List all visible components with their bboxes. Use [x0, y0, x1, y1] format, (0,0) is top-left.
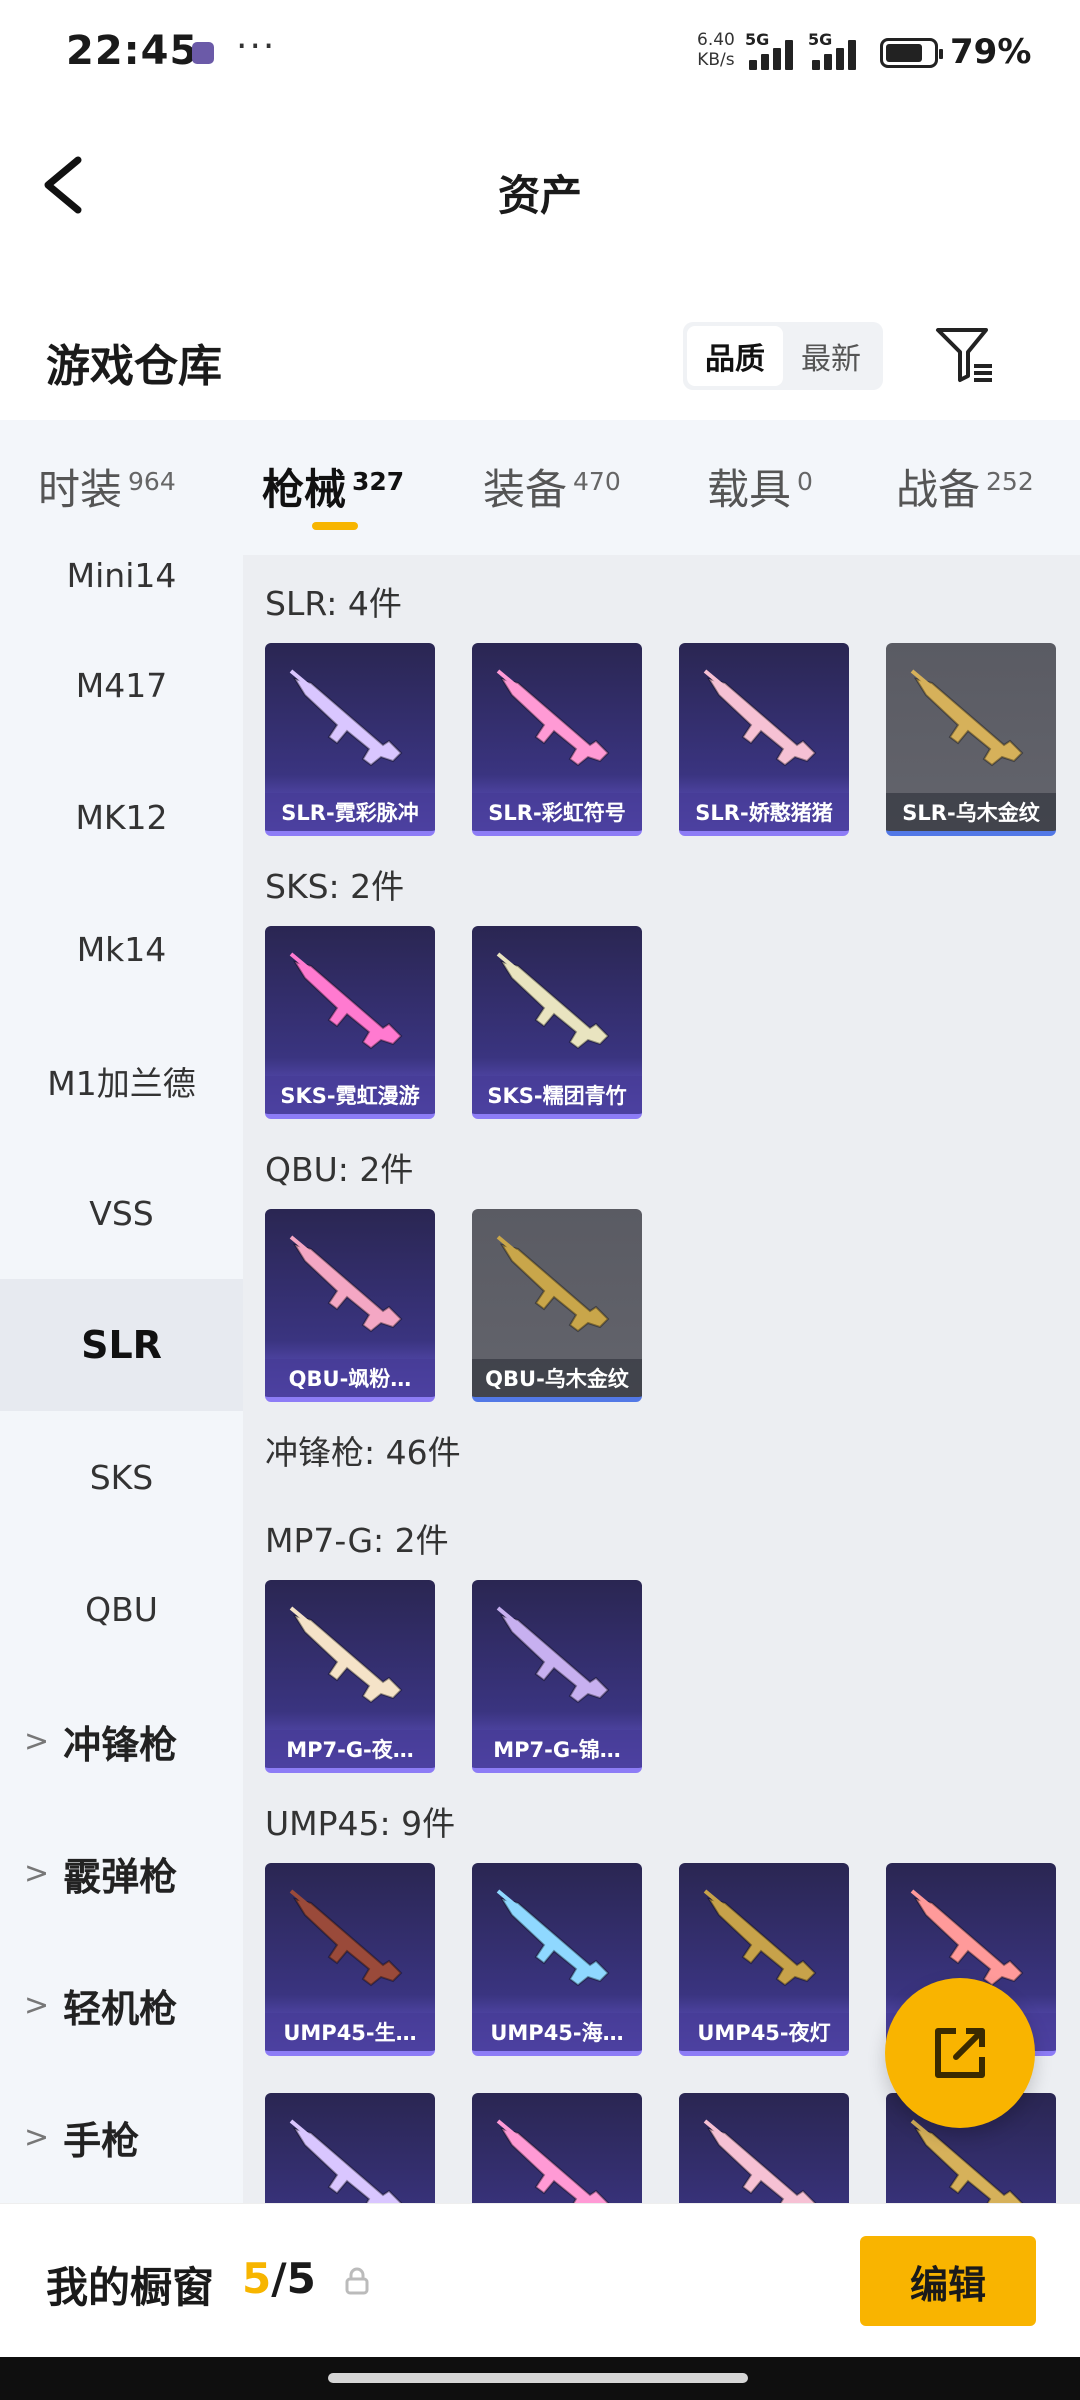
showcase-label: 我的橱窗 — [46, 2263, 215, 2312]
battery-percent: 79% — [950, 32, 1032, 72]
item-card[interactable]: UMP45-海… — [472, 1863, 642, 2056]
signal-icon-sim2: 5G — [808, 30, 880, 74]
lock-icon — [345, 2267, 369, 2295]
weapon-type-sidebar: Mini14 M417 MK12 Mk14 M1加兰德 VSS SLR SKS … — [0, 555, 243, 2203]
item-card[interactable] — [679, 2093, 849, 2203]
chevron-right-icon: > — [24, 1987, 50, 2023]
signal-icon-sim1: 5G — [745, 30, 817, 74]
sidebar-item-qbu[interactable]: QBU — [0, 1543, 243, 1675]
sort-option-quality[interactable]: 品质 — [687, 326, 783, 386]
weapon-thumbnail — [910, 669, 1024, 767]
weapon-thumbnail — [496, 2119, 610, 2203]
item-card[interactable] — [265, 2093, 435, 2203]
section-title-qbu: QBU: 2件 — [265, 1150, 414, 1189]
tab-supplies[interactable]: 战备 252 — [896, 456, 1034, 517]
weapon-thumbnail — [496, 1889, 610, 1987]
weapon-thumbnail — [289, 1235, 403, 1333]
item-card[interactable]: SLR-乌木金纹 — [886, 643, 1056, 836]
weapon-thumbnail — [496, 952, 610, 1050]
external-link-icon — [935, 2028, 985, 2078]
active-tab-indicator — [312, 522, 358, 530]
battery-fill — [886, 44, 922, 62]
item-card[interactable]: UMP45-夜灯 — [679, 1863, 849, 2056]
section-title-slr: SLR: 4件 — [265, 584, 402, 623]
weapon-thumbnail — [289, 669, 403, 767]
network-speed-unit: KB/s — [697, 50, 735, 70]
app-notification-icon — [192, 42, 214, 64]
item-card[interactable]: QBU-乌木金纹 — [472, 1209, 642, 1402]
weapon-thumbnail — [289, 952, 403, 1050]
sidebar-group-pistol[interactable]: > 手枪 — [0, 2071, 243, 2203]
chevron-right-icon: > — [24, 1723, 50, 1759]
edit-button[interactable]: 编辑 — [860, 2236, 1036, 2326]
sidebar-item-vss[interactable]: VSS — [0, 1147, 243, 1279]
warehouse-header: 游戏仓库 品质 最新 — [0, 300, 1080, 420]
weapon-thumbnail — [289, 2119, 403, 2203]
weapon-thumbnail — [496, 1235, 610, 1333]
page-header: 资产 — [0, 110, 1080, 270]
status-bar: 22:45 ··· 6.40 KB/s 5G 5G 79% — [0, 0, 1080, 110]
sidebar-group-shotgun[interactable]: > 霰弹枪 — [0, 1807, 243, 1939]
sidebar-item-mini14[interactable]: Mini14 — [0, 555, 243, 595]
item-grid: SLR: 4件 SLR-霓彩脉冲 SLR-彩虹符号 SLR-娇憨猪猪 SLR-乌… — [243, 555, 1080, 2203]
category-tabs: 时装 964 枪械 327 装备 470 载具 0 战备 252 — [0, 420, 1080, 555]
weapon-thumbnail — [496, 669, 610, 767]
filter-button[interactable] — [932, 322, 998, 388]
battery-icon — [880, 38, 943, 68]
sort-option-newest[interactable]: 最新 — [783, 326, 879, 386]
item-card[interactable]: SLR-霓彩脉冲 — [265, 643, 435, 836]
sidebar-item-m1-garand[interactable]: M1加兰德 — [0, 1015, 243, 1147]
network-speed: 6.40 KB/s — [697, 30, 735, 70]
sidebar-item-mk14[interactable]: Mk14 — [0, 883, 243, 1015]
weapon-thumbnail — [496, 1606, 610, 1704]
item-card[interactable] — [472, 2093, 642, 2203]
page-title: 资产 — [497, 171, 582, 220]
item-card[interactable]: MP7-G-夜… — [265, 1580, 435, 1773]
item-card[interactable]: QBU-飒粉… — [265, 1209, 435, 1402]
more-notifications-icon: ··· — [236, 26, 277, 67]
weapon-thumbnail — [289, 1889, 403, 1987]
chevron-right-icon: > — [24, 1855, 50, 1891]
home-gesture-handle[interactable] — [328, 2373, 748, 2383]
item-card[interactable]: SLR-娇憨猪猪 — [679, 643, 849, 836]
sidebar-group-smg[interactable]: > 冲锋枪 — [0, 1675, 243, 1807]
filter-icon — [936, 328, 992, 382]
item-card[interactable]: SKS-糯团青竹 — [472, 926, 642, 1119]
network-speed-value: 6.40 — [697, 30, 735, 50]
warehouse-title: 游戏仓库 — [46, 341, 222, 392]
sidebar-item-m417[interactable]: M417 — [0, 619, 243, 751]
sidebar-group-lmg[interactable]: > 轻机枪 — [0, 1939, 243, 2071]
item-card[interactable]: UMP45-生… — [265, 1863, 435, 2056]
section-title-smg: 冲锋枪: 46件 — [265, 1433, 461, 1472]
sidebar-item-slr[interactable]: SLR — [0, 1279, 243, 1411]
tab-fashion[interactable]: 时装 964 — [38, 456, 176, 517]
showcase-bar: 我的橱窗 5/5 编辑 — [0, 2203, 1080, 2357]
item-card[interactable]: SKS-霓虹漫游 — [265, 926, 435, 1119]
item-card[interactable]: MP7-G-锦… — [472, 1580, 642, 1773]
sort-toggle: 品质 最新 — [683, 322, 883, 390]
sidebar-item-sks[interactable]: SKS — [0, 1411, 243, 1543]
showcase-count: 5/5 — [242, 2254, 316, 2303]
sidebar-item-mk12[interactable]: MK12 — [0, 751, 243, 883]
share-button[interactable] — [885, 1978, 1035, 2128]
status-time: 22:45 — [66, 28, 199, 74]
system-nav-bar — [0, 2357, 1080, 2400]
tab-equipment[interactable]: 装备 470 — [483, 456, 621, 517]
weapon-thumbnail — [703, 669, 817, 767]
section-title-ump45: UMP45: 9件 — [265, 1804, 456, 1843]
weapon-thumbnail — [703, 1889, 817, 1987]
section-title-sks: SKS: 2件 — [265, 867, 405, 906]
tab-vehicles[interactable]: 载具 0 — [707, 456, 813, 517]
item-card[interactable]: SLR-彩虹符号 — [472, 643, 642, 836]
section-title-mp7g: MP7-G: 2件 — [265, 1521, 449, 1560]
tab-firearms[interactable]: 枪械 327 — [262, 456, 404, 517]
weapon-thumbnail — [289, 1606, 403, 1704]
chevron-right-icon: > — [24, 2119, 50, 2155]
weapon-thumbnail — [703, 2119, 817, 2203]
